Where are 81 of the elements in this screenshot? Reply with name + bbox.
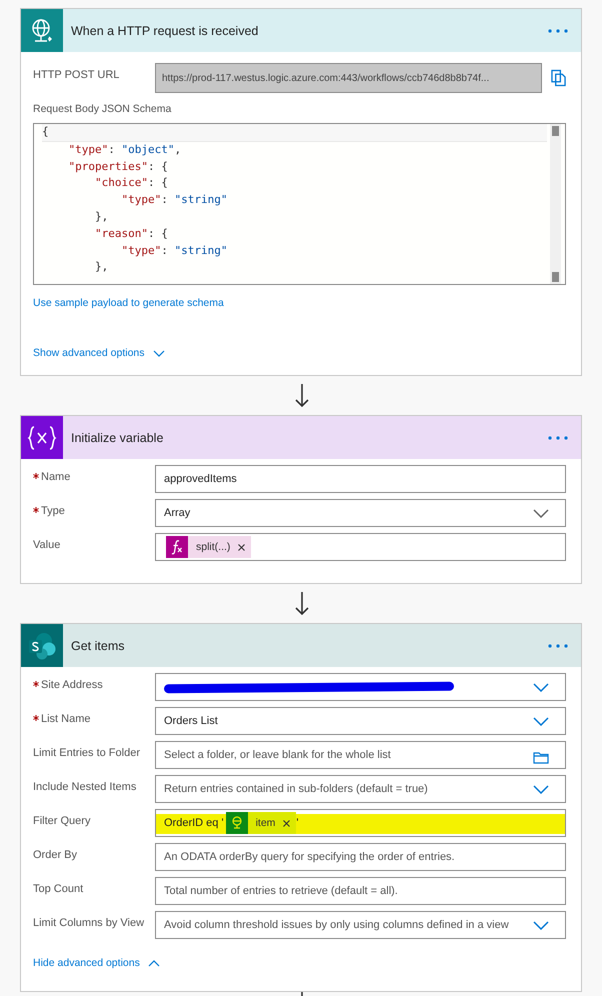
field-label: Include Nested Items: [33, 781, 136, 793]
chevron-down-icon: [533, 717, 549, 726]
required-asterisk-icon: [33, 715, 39, 722]
code-text: : {: [148, 226, 168, 240]
input-field[interactable]: An ODATA orderBy query for specifying the order of entries.: [155, 843, 566, 871]
chevron-down-icon: [533, 683, 549, 692]
remove-icon[interactable]: [238, 544, 246, 550]
copy-icon[interactable]: [551, 69, 566, 87]
field-label: Type: [41, 505, 65, 517]
field-label: Site Address: [41, 679, 103, 691]
code-text: "type": [120, 193, 162, 206]
card-header[interactable]: When a HTTP request is received: [21, 9, 581, 52]
expression-field[interactable]: split(...): [155, 533, 566, 561]
code-text: : {: [148, 160, 168, 173]
required-asterisk-icon: [33, 681, 39, 688]
code-text: "object": [121, 142, 174, 156]
code-text: },: [94, 210, 108, 223]
input-field[interactable]: Total number of entries to retrieve (default = all).: [155, 877, 566, 905]
more-options-icon[interactable]: [548, 644, 568, 648]
code-text: },: [94, 260, 108, 274]
code-text: {: [42, 125, 49, 138]
code-text: "reason": [94, 226, 148, 240]
dropdown[interactable]: Orders List: [155, 707, 566, 735]
field-label: Filter Query: [33, 815, 90, 827]
required-asterisk-icon: [33, 473, 39, 480]
dropdown[interactable]: Avoid column threshold issues by only using columns defined in a view: [155, 911, 566, 939]
code-text: ,: [174, 142, 182, 156]
query-text: OrderID eq ': [164, 817, 224, 829]
code-text: :: [161, 244, 169, 257]
more-options-icon[interactable]: [548, 28, 568, 32]
function-icon: [166, 536, 188, 558]
generate-schema-link[interactable]: Use sample payload to generate schema: [33, 297, 224, 309]
code-text: "choice": [94, 176, 148, 190]
code-text: :: [161, 193, 169, 206]
field-label: Value: [33, 539, 60, 551]
card-title: Get items: [71, 638, 126, 652]
query-text: ': [296, 817, 299, 829]
card-title: When a HTTP request is received: [71, 24, 260, 38]
code-text: "type": [67, 142, 108, 156]
sharepoint-logo-icon: [27, 632, 57, 660]
code-text: "type": [120, 244, 162, 257]
code-text: "string": [174, 244, 228, 257]
field-label: Request Body JSON Schema: [33, 103, 172, 115]
required-asterisk-icon: [33, 507, 39, 514]
dynamic-content-token[interactable]: item: [226, 812, 296, 834]
code-text: "string": [174, 193, 228, 206]
code-editor[interactable]: { "type": "object", "properties": { "choice": { "type": "string" }, "reason": { "type": "string" },: [33, 123, 566, 285]
expression-field[interactable]: OrderID eq ' item ': [155, 809, 566, 837]
scrollbar[interactable]: [550, 124, 561, 284]
more-options-icon[interactable]: [548, 436, 568, 440]
advanced-options-toggle[interactable]: Show advanced options: [33, 347, 164, 359]
field-label: Top Count: [33, 883, 84, 895]
advanced-options-toggle[interactable]: Hide advanced options: [33, 957, 160, 969]
connector-arrow: [295, 592, 309, 616]
dropdown[interactable]: Return entries contained in sub-folders (default = true): [155, 775, 566, 803]
card-header[interactable]: Initialize variable: [21, 416, 581, 459]
code-text: : {: [148, 176, 168, 190]
braces-x-icon: [27, 424, 57, 450]
field-label: Limit Columns by View: [33, 917, 144, 929]
code-text: "properties": [67, 160, 148, 173]
remove-icon[interactable]: [283, 820, 290, 826]
code-text: :: [108, 142, 116, 156]
folder-picker-field[interactable]: Select a folder, or leave blank for the whole list: [155, 741, 566, 769]
globe-icon: [226, 812, 248, 834]
card-title: Initialize variable: [71, 430, 164, 444]
input-field[interactable]: approvedItems: [155, 465, 566, 493]
connector-arrow: [295, 384, 309, 408]
folder-icon: [533, 751, 549, 764]
card-header[interactable]: Get items: [21, 624, 581, 667]
field-label: Limit Entries to Folder: [33, 747, 140, 759]
chevron-down-icon: [533, 509, 549, 518]
field-label: HTTP POST URL: [33, 69, 120, 81]
url-field[interactable]: https://prod-117.westus.logic.azure.com:443/workflows/ccb746d8b8b74f...: [155, 63, 542, 93]
field-label: List Name: [41, 713, 91, 725]
dropdown[interactable]: Array: [155, 499, 566, 527]
field-label: Order By: [33, 849, 78, 861]
dropdown[interactable]: [155, 673, 566, 701]
expression-token[interactable]: split(...): [166, 536, 252, 558]
chevron-down-icon: [533, 921, 549, 930]
field-label: Name: [41, 471, 70, 483]
chevron-down-icon: [533, 785, 549, 794]
